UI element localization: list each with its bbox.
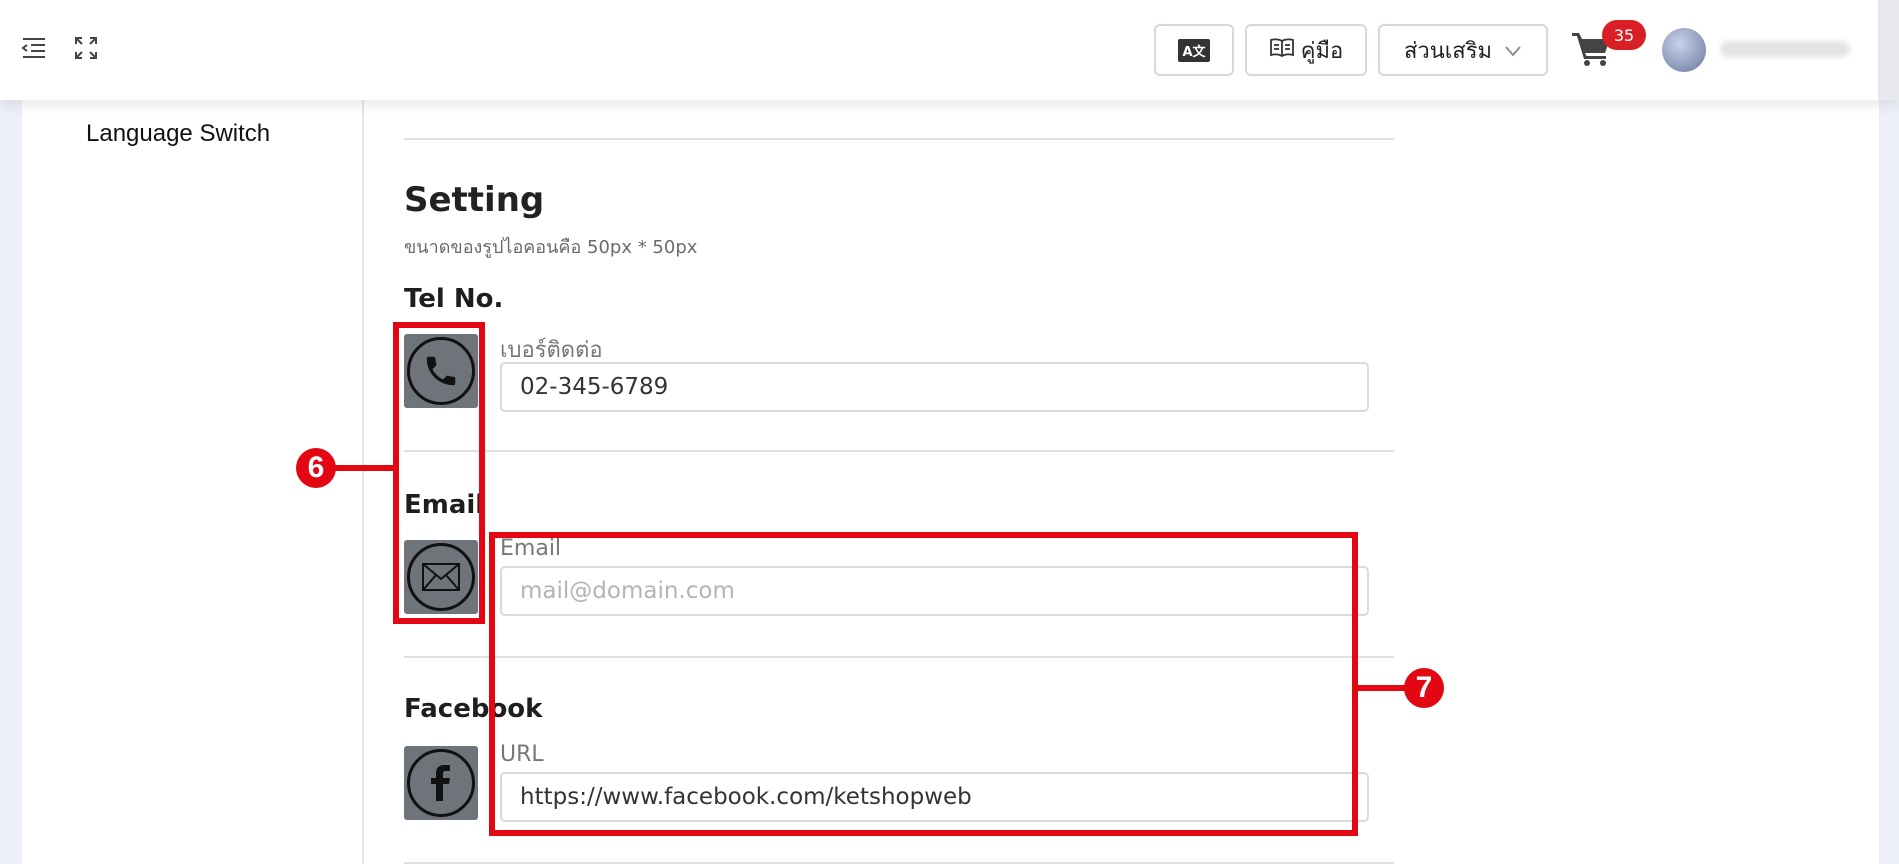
translate-icon: A文 <box>1178 38 1210 62</box>
divider <box>404 138 1394 140</box>
facebook-icon <box>407 749 475 817</box>
avatar[interactable] <box>1662 28 1706 72</box>
icon-size-hint: ขนาดของรูปไอคอนคือ 50px * 50px <box>404 237 698 258</box>
book-icon <box>1269 37 1295 63</box>
menu-item-language-switch[interactable]: Language Switch <box>86 120 270 148</box>
page-title: Setting <box>404 180 545 220</box>
addons-dropdown[interactable]: ส่วนเสริม <box>1378 24 1548 76</box>
translate-button[interactable]: A文 <box>1154 24 1234 76</box>
tel-section-title: Tel No. <box>404 284 504 314</box>
collapse-menu-icon[interactable] <box>20 34 48 62</box>
annotation-box-6 <box>393 322 485 624</box>
fullscreen-icon[interactable] <box>72 34 100 62</box>
username-blurred[interactable] <box>1720 41 1850 57</box>
annotation-badge-7: 7 <box>1404 668 1444 708</box>
facebook-icon-upload[interactable] <box>404 746 478 820</box>
chevron-down-icon <box>1504 38 1522 63</box>
tel-input[interactable] <box>500 362 1369 412</box>
cart-count-badge: 35 <box>1602 20 1646 50</box>
annotation-line-6 <box>330 465 396 471</box>
divider <box>404 450 1394 452</box>
top-bar: A文 คู่มือ ส่วนเสริม 35 <box>0 0 1899 100</box>
scrollbar-track <box>1878 0 1899 100</box>
annotation-box-7 <box>489 532 1358 836</box>
addons-label: ส่วนเสริม <box>1403 38 1493 64</box>
manual-label: คู่มือ <box>1300 38 1344 64</box>
annotation-badge-6: 6 <box>296 448 336 488</box>
manual-button[interactable]: คู่มือ <box>1245 24 1367 76</box>
